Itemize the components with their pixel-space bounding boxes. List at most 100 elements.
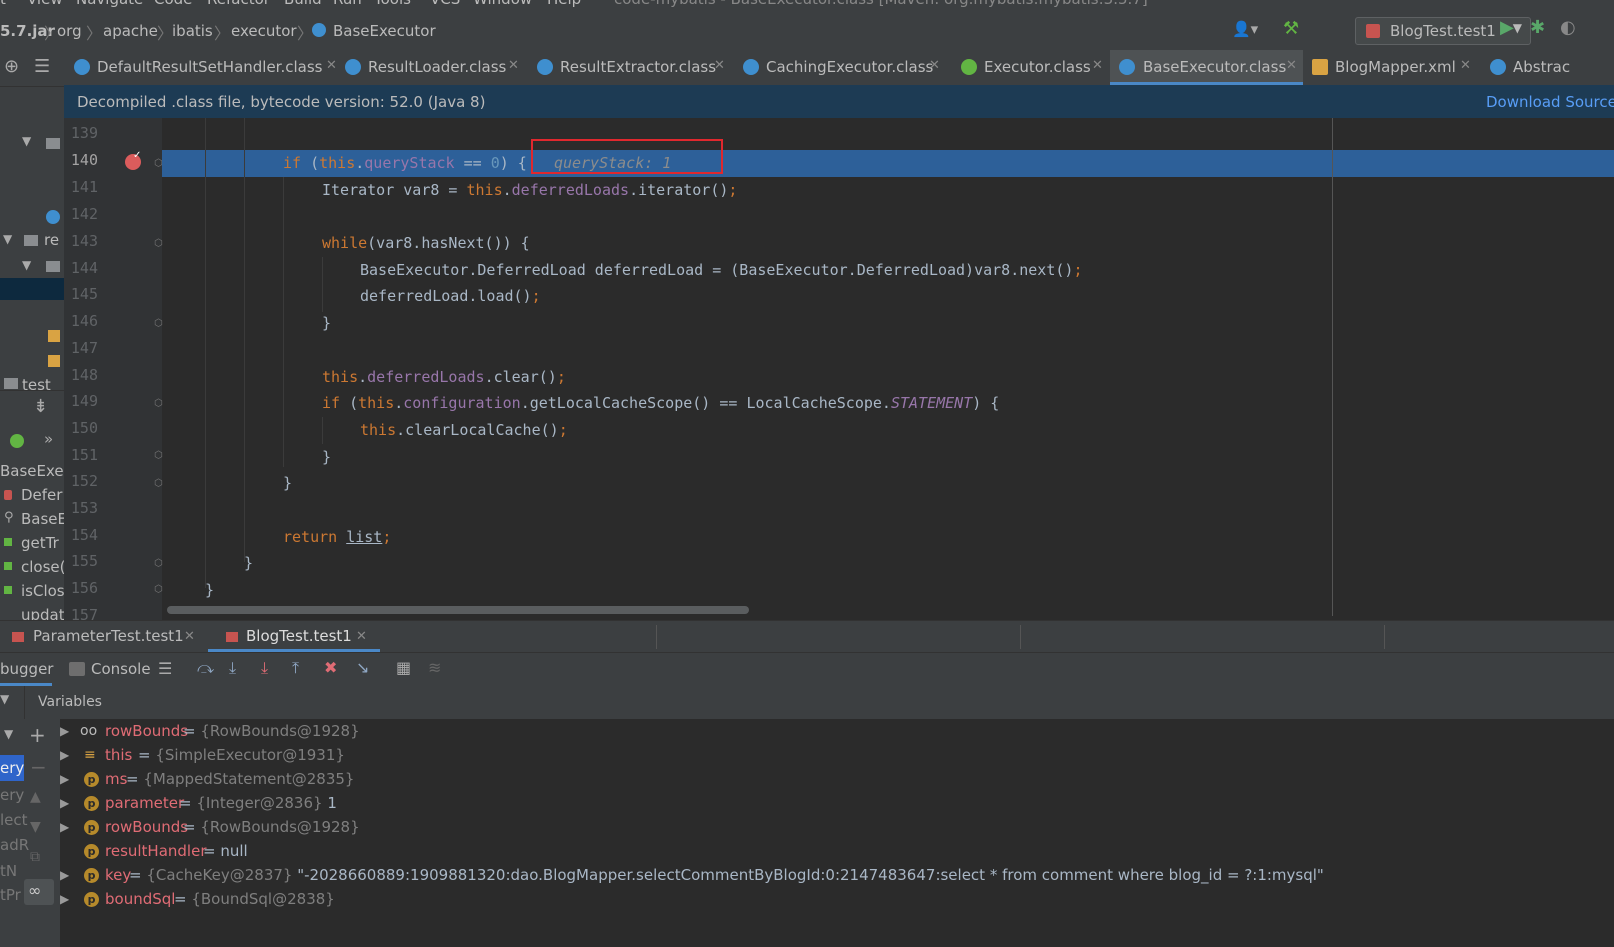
expand-arrow-icon[interactable]: ▶ xyxy=(60,743,69,767)
menu-item[interactable]: t xyxy=(0,0,6,8)
close-icon[interactable]: ✕ xyxy=(508,58,519,73)
run-to-cursor-icon[interactable]: ↘ xyxy=(356,658,369,677)
structure-item-close[interactable]: close( xyxy=(21,558,64,576)
code-line-151[interactable]: } xyxy=(322,444,331,471)
step-into-icon[interactable]: ⤓ xyxy=(229,658,236,678)
step-over-icon[interactable]: ⤼ xyxy=(197,658,214,678)
close-icon[interactable]: ✕ xyxy=(184,629,195,644)
frame-item[interactable]: adR xyxy=(0,836,29,854)
tab-resultextractor[interactable]: ResultExtractor.class ✕ xyxy=(537,50,732,85)
menu-item-refactor[interactable]: Refactor xyxy=(207,0,270,8)
menu-item-run[interactable]: Run xyxy=(333,0,362,8)
close-icon[interactable]: ✕ xyxy=(929,58,940,73)
code-line-152[interactable]: } xyxy=(283,470,292,497)
breadcrumb-org[interactable]: org xyxy=(57,22,82,40)
target-icon[interactable]: ⊕ xyxy=(4,56,19,77)
menu-icon[interactable]: ☰ xyxy=(158,659,172,678)
close-icon[interactable]: ✕ xyxy=(1092,58,1103,73)
tab-blogtest[interactable]: BlogTest.test1 xyxy=(246,627,352,645)
trace-icon[interactable]: ≋ xyxy=(428,658,441,677)
fold-icon[interactable]: ⬡ xyxy=(154,478,163,489)
tab-baseexecutor[interactable]: BaseExecutor.class ✕ xyxy=(1110,50,1303,85)
coverage-icon[interactable]: ◐ xyxy=(1560,17,1576,38)
code-line-144[interactable]: BaseExecutor.DeferredLoad deferredLoad =… xyxy=(360,257,1082,284)
code-line-148[interactable]: this.deferredLoads.clear(); xyxy=(322,364,566,391)
structure-item-constructor[interactable]: BaseE xyxy=(21,510,64,528)
close-icon[interactable]: ✕ xyxy=(326,58,337,73)
expand-arrow-icon[interactable]: ▶ xyxy=(60,791,69,815)
chevron-down-icon[interactable]: ▼ xyxy=(4,727,13,741)
close-icon[interactable]: ✕ xyxy=(714,58,725,73)
fold-icon[interactable]: ⬡ xyxy=(154,558,163,569)
structure-item-isclosed[interactable]: isClos xyxy=(21,582,64,600)
frame-item[interactable]: tN xyxy=(0,862,17,880)
expand-arrow-icon[interactable]: ▶ xyxy=(60,863,69,887)
evaluate-expression-icon[interactable]: ▦ xyxy=(396,658,411,677)
tree-item-test[interactable]: test xyxy=(22,376,51,394)
menu-item-navigate[interactable]: Navigate xyxy=(76,0,143,8)
tab-resultloader[interactable]: ResultLoader.class ✕ xyxy=(345,50,525,85)
copy-icon[interactable]: ⧉ xyxy=(30,849,40,865)
debug-icon[interactable]: ✱ xyxy=(1530,17,1545,38)
code-line-143[interactable]: while(var8.hasNext()) { xyxy=(322,230,530,257)
chevron-down-icon[interactable]: ▼ xyxy=(22,258,31,272)
chevron-down-icon[interactable]: ▼ xyxy=(3,232,12,246)
structure-item-gettr[interactable]: getTr xyxy=(21,534,59,552)
expand-arrow-icon[interactable]: ▶ xyxy=(60,887,69,911)
frame-item[interactable]: ery xyxy=(0,759,24,777)
breadcrumb-apache[interactable]: apache xyxy=(103,22,158,40)
menu-item-code[interactable]: Code xyxy=(154,0,192,8)
structure-item-class[interactable]: BaseExec xyxy=(0,462,64,480)
code-line-145[interactable]: deferredLoad.load(); xyxy=(360,283,541,310)
selected-tree-row[interactable] xyxy=(0,278,64,300)
step-out-icon[interactable]: ⤒ xyxy=(292,658,299,678)
download-sources-link[interactable]: Download Sources xyxy=(1486,93,1614,111)
up-icon[interactable]: ▲ xyxy=(30,789,41,805)
collapse-all-icon[interactable]: ⇟ xyxy=(33,396,48,417)
menu-item-build[interactable]: Build xyxy=(284,0,322,8)
expand-arrow-icon[interactable]: ▶ xyxy=(60,719,69,743)
frame-item[interactable]: tPr xyxy=(0,886,21,904)
close-icon[interactable]: ✕ xyxy=(356,629,367,644)
breadcrumb-ibatis[interactable]: ibatis xyxy=(172,22,213,40)
remove-watch-icon[interactable]: − xyxy=(30,755,47,779)
glasses-icon[interactable]: ∞ xyxy=(28,881,41,900)
more-icon[interactable]: » xyxy=(44,430,53,448)
tab-parametertest[interactable]: ParameterTest.test1 xyxy=(33,627,184,645)
code-line-150[interactable]: this.clearLocalCache(); xyxy=(360,417,568,444)
collapse-icon[interactable]: ☰ xyxy=(34,56,50,77)
menu-item-help[interactable]: Help xyxy=(547,0,581,8)
tab-executor[interactable]: Executor.class ✕ xyxy=(961,50,1108,85)
expand-arrow-icon[interactable]: ▶ xyxy=(60,815,69,839)
expand-arrow-icon[interactable]: ▶ xyxy=(60,767,69,791)
drop-frame-icon[interactable]: ✖ xyxy=(324,658,337,677)
add-watch-icon[interactable]: + xyxy=(29,723,46,747)
code-line-146[interactable]: } xyxy=(322,310,331,337)
horizontal-scrollbar[interactable] xyxy=(167,606,749,614)
frame-item[interactable]: ery xyxy=(0,786,24,804)
run-icon[interactable]: ▶ xyxy=(1500,17,1514,38)
build-hammer-icon[interactable]: ⚒ xyxy=(1283,18,1299,39)
editor-gutter[interactable]: 139 140 141 142 143 144 145 146 147 148 … xyxy=(64,118,163,638)
code-editor[interactable]: 139 140 141 142 143 144 145 146 147 148 … xyxy=(64,118,1614,638)
menu-item-view[interactable]: View xyxy=(27,0,63,8)
force-step-into-icon[interactable]: ⤓ xyxy=(261,658,268,678)
code-line-149[interactable]: if (this.configuration.getLocalCacheScop… xyxy=(322,390,999,417)
chevron-down-icon[interactable]: ▼ xyxy=(0,692,9,706)
structure-item-deferred[interactable]: Defer xyxy=(21,486,62,504)
fold-icon[interactable]: ⬡ xyxy=(154,398,163,409)
fold-icon[interactable]: ⬡ xyxy=(154,238,163,249)
menu-item-window[interactable]: Window xyxy=(473,0,532,8)
code-line-154[interactable]: return list; xyxy=(283,524,391,551)
tab-abstract[interactable]: Abstrac xyxy=(1490,50,1614,85)
tree-item-resources[interactable]: re xyxy=(44,231,59,249)
tab-cachingexecutor[interactable]: CachingExecutor.class ✕ xyxy=(743,50,943,85)
down-icon[interactable]: ▼ xyxy=(30,819,41,835)
chevron-down-icon[interactable]: ▼ xyxy=(22,134,31,148)
fold-icon[interactable]: ⬡ xyxy=(154,584,163,595)
breadcrumb-class[interactable]: BaseExecutor xyxy=(333,22,436,40)
tab-defaultresultsethandler[interactable]: DefaultResultSetHandler.class ✕ xyxy=(74,50,340,85)
debugger-tab[interactable]: bugger xyxy=(0,660,53,678)
code-line-156[interactable]: } xyxy=(205,577,214,604)
frame-item[interactable]: lect xyxy=(0,811,28,829)
